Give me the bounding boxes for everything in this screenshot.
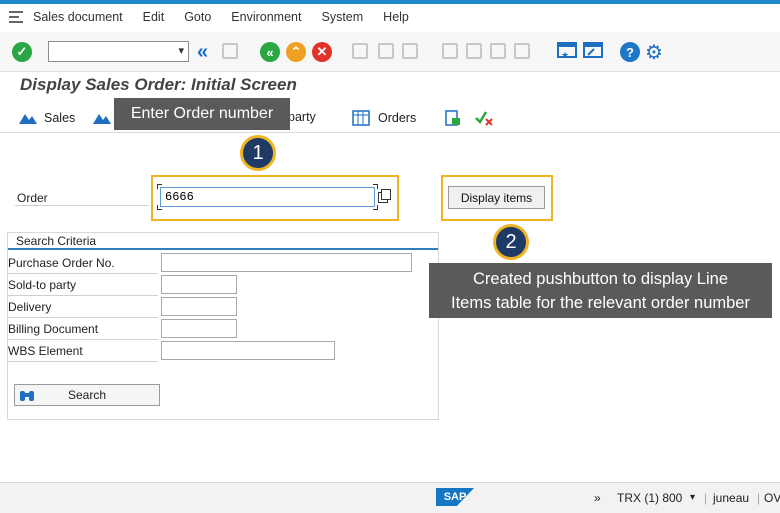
wbs-element-input[interactable] <box>161 341 335 360</box>
criteria-row-delivery: Delivery <box>8 296 158 318</box>
status-bar: SAP » TRX (1) 800 ▾ | juneau | OV <box>0 482 780 513</box>
check-cross-icon <box>474 110 494 126</box>
next-page-icon <box>490 43 506 59</box>
order-input[interactable]: 6666 <box>160 187 375 207</box>
collapse-icon[interactable]: « <box>197 41 208 64</box>
last-page-icon <box>514 43 530 59</box>
menu-sales-document[interactable]: Sales document <box>33 10 123 24</box>
document-flow-button[interactable] <box>444 110 470 126</box>
enter-order-callout: Enter Order number <box>114 98 290 130</box>
step-badge-2: 2 <box>493 224 529 260</box>
value-help-icon[interactable] <box>378 189 392 204</box>
checkmark-icon: ✓ <box>12 42 32 62</box>
menu-hamburger-icon[interactable] <box>9 11 25 23</box>
page-title: Display Sales Order: Initial Screen <box>20 75 297 94</box>
orders-button[interactable]: Orders <box>352 110 416 126</box>
find-icon <box>378 43 394 59</box>
billing-document-label: Billing Document <box>8 322 99 336</box>
status-expand-chevrons[interactable]: » <box>594 491 601 505</box>
criteria-row-sold-to: Sold-to party <box>8 274 158 296</box>
criteria-row-purchase-order: Purchase Order No. <box>8 252 158 274</box>
pushbutton-description-callout: Created pushbutton to display Line Items… <box>429 263 772 318</box>
settings-gear-icon[interactable]: ⚙ <box>645 40 663 65</box>
focus-corner-bl <box>157 205 162 210</box>
sold-to-party-input[interactable] <box>161 275 237 294</box>
billing-document-input[interactable] <box>161 319 237 338</box>
sold-to-party-label: Sold-to party <box>8 278 77 292</box>
previous-page-icon <box>466 43 482 59</box>
sales-label: Sales <box>44 111 76 125</box>
print-icon <box>352 43 368 59</box>
svg-text:★: ★ <box>561 50 569 60</box>
system-dropdown-icon[interactable]: ▾ <box>690 492 695 503</box>
sales-button[interactable]: Sales <box>18 110 75 126</box>
orders-icon <box>352 110 372 126</box>
sales-icon <box>18 110 38 126</box>
wbs-element-label: WBS Element <box>8 344 83 358</box>
party-button[interactable]: party <box>288 110 316 124</box>
system-info: TRX (1) 800 <box>617 491 683 505</box>
sales-icon-2 <box>92 110 112 126</box>
command-field[interactable]: ▾ <box>48 41 189 62</box>
party-label: party <box>288 110 316 124</box>
step-badge-1: 1 <box>240 135 276 171</box>
menu-goto[interactable]: Goto <box>184 10 211 24</box>
search-button-label: Search <box>67 388 107 402</box>
shortcut-icon[interactable] <box>582 41 604 61</box>
menu-environment[interactable]: Environment <box>231 10 301 24</box>
help-button[interactable]: ? <box>620 42 640 62</box>
display-items-button[interactable]: Display items <box>448 186 545 209</box>
criteria-row-billing: Billing Document <box>8 318 158 340</box>
user-name: juneau <box>713 491 750 505</box>
purchase-order-input[interactable] <box>161 253 412 272</box>
search-button[interactable]: Search <box>14 384 160 406</box>
first-page-icon <box>442 43 458 59</box>
menu-bar: Sales document Edit Goto Environment Sys… <box>0 4 780 30</box>
pushbutton-description-line2: Items table for the relevant order numbe… <box>451 293 750 312</box>
binoculars-icon <box>19 387 35 406</box>
pushbutton-description-line1: Created pushbutton to display Line <box>472 269 728 288</box>
focus-corner-tl <box>157 184 162 189</box>
menu-edit[interactable]: Edit <box>143 10 165 24</box>
search-criteria-divider <box>8 248 438 250</box>
enter-order-callout-text: Enter Order number <box>130 105 274 122</box>
cancel-icon: ✕ <box>312 42 332 62</box>
enter-button[interactable]: ✓ <box>12 42 32 62</box>
menu-help[interactable]: Help <box>383 10 409 24</box>
focus-corner-br <box>373 205 378 210</box>
exit-button[interactable]: ⌃ <box>286 42 306 62</box>
help-icon: ? <box>620 42 640 62</box>
sap-logo: SAP <box>436 488 474 506</box>
document-icon <box>444 110 464 126</box>
create-session-icon[interactable]: ★ <box>556 41 578 61</box>
save-icon <box>222 43 238 59</box>
delivery-input[interactable] <box>161 297 237 316</box>
order-label: Order <box>17 191 48 205</box>
orders-label: Orders <box>378 111 417 125</box>
system-toolbar: ✓ ▾ « « ⌃ ✕ ★ ? ⚙ <box>0 32 780 72</box>
menu-system[interactable]: System <box>321 10 363 24</box>
check-button[interactable] <box>474 110 500 126</box>
insert-mode: OV <box>764 491 780 505</box>
purchase-order-label: Purchase Order No. <box>8 256 115 270</box>
exit-icon: ⌃ <box>286 42 306 62</box>
order-label-underline <box>15 205 149 206</box>
status-separator-2: | <box>757 491 761 505</box>
back-button[interactable]: « <box>260 42 280 62</box>
chevron-down-icon[interactable]: ▾ <box>178 44 184 57</box>
back-icon: « <box>260 42 280 62</box>
criteria-row-wbs: WBS Element <box>8 340 158 362</box>
status-separator-1: | <box>704 491 708 505</box>
search-criteria-title: Search Criteria <box>16 234 97 248</box>
find-next-icon <box>402 43 418 59</box>
delivery-label: Delivery <box>8 300 52 314</box>
cancel-button[interactable]: ✕ <box>312 42 332 62</box>
